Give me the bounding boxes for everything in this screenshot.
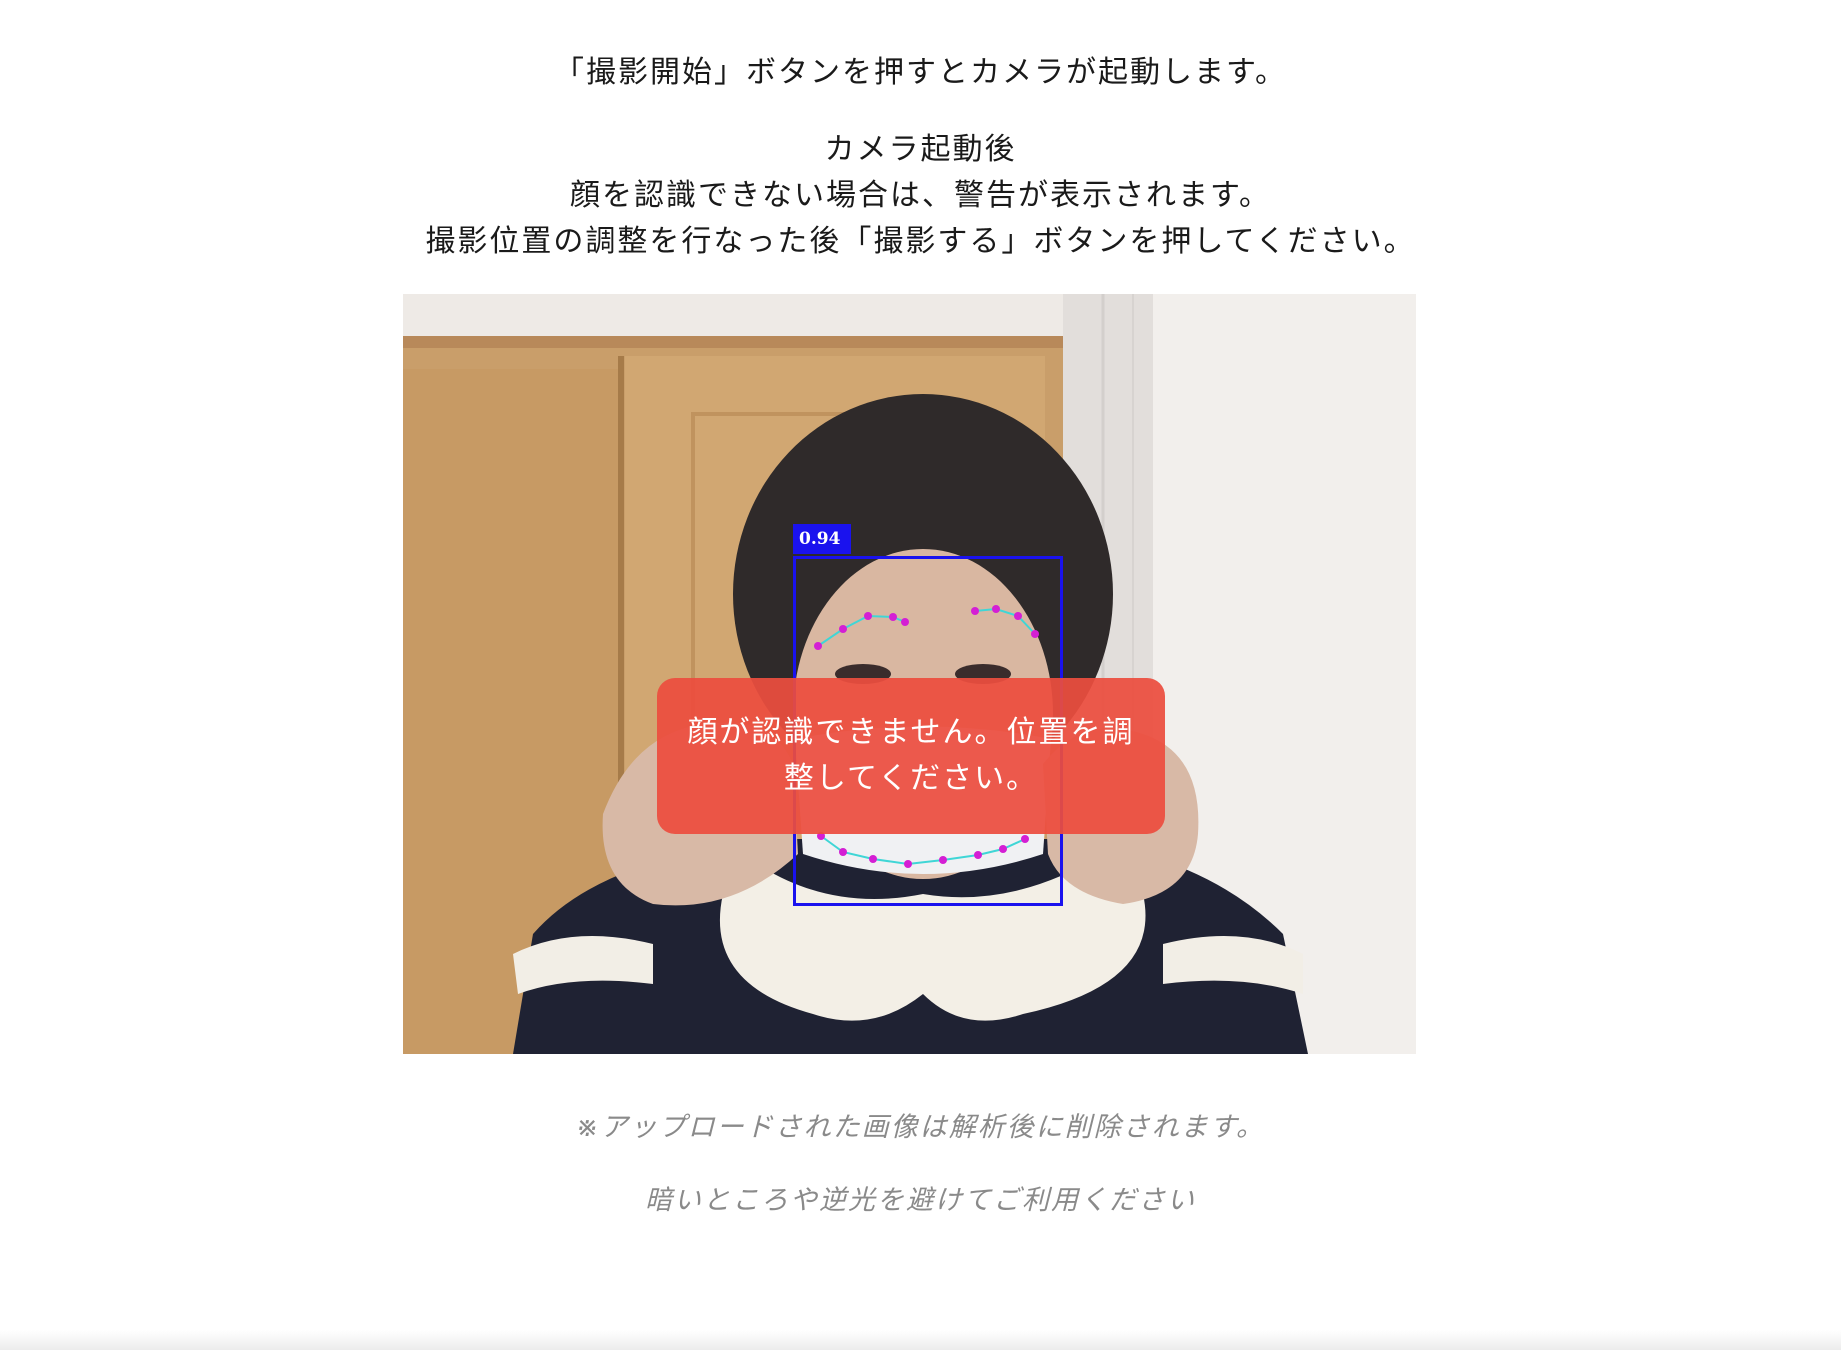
instruction-warning: 顔を認識できない場合は、警告が表示されます。	[570, 178, 1271, 213]
face-not-detected-warning: 顔が認識できません。位置を調整してください。	[657, 678, 1165, 834]
lighting-note: 暗いところや逆光を避けてご利用ください	[645, 1185, 1196, 1216]
detection-score-label: 0.94	[793, 524, 851, 554]
instruction-start: 「撮影開始」ボタンを押すとカメラが起動します。	[554, 55, 1287, 90]
camera-preview: 0.94 顔が認識できません。位置を調整してください。	[403, 294, 1416, 1054]
instruction-block: カメラ起動後 顔を認識できない場合は、警告が表示されます。 撮影位置の調整を行な…	[0, 127, 1841, 265]
upload-deletion-note: ※アップロードされた画像は解析後に削除されます。	[576, 1112, 1265, 1143]
page-bottom-edge	[0, 1330, 1841, 1350]
instruction-capture: 撮影位置の調整を行なった後「撮影する」ボタンを押してください。	[425, 224, 1416, 259]
instruction-after-start: カメラ起動後	[824, 132, 1017, 167]
